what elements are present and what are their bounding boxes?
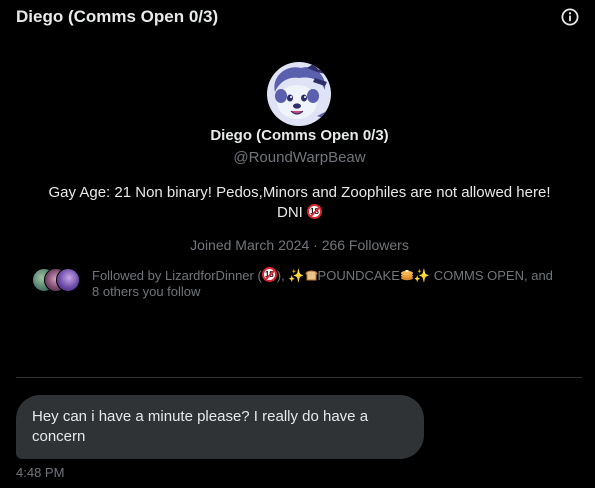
followed-by-suffix: COMMS OPEN, and xyxy=(430,268,553,283)
message-timestamp: 4:48 PM xyxy=(16,465,65,480)
profile-avatar[interactable] xyxy=(267,62,331,126)
profile-handle[interactable]: @RoundWarpBeaw xyxy=(0,149,595,166)
followed-by-text: Followed by LizardforDinner (18), ✨ POUND… xyxy=(92,267,572,300)
followed-by-row[interactable]: Followed by LizardforDinner (18), ✨ POUND… xyxy=(32,266,572,300)
joined-date: Joined March 2024 xyxy=(190,237,310,253)
follower-avatars xyxy=(32,268,82,292)
avatar-image xyxy=(267,62,331,126)
info-icon xyxy=(561,8,579,26)
conversation-header: Diego (Comms Open 0/3) xyxy=(0,0,595,36)
follower-avatar xyxy=(56,268,80,292)
no-under-18-icon: 18 xyxy=(307,204,322,219)
sparkle-icon-2: ✨ xyxy=(413,268,431,283)
profile-bio: Gay Age: 21 Non binary! Pedos,Minors and… xyxy=(40,183,559,223)
profile-meta: Joined March 2024 · 266 Followers xyxy=(0,237,595,253)
followed-by-prefix: Followed by LizardforDinner ( xyxy=(92,268,262,283)
message-bubble[interactable]: Hey can i have a minute please? I really… xyxy=(16,395,424,459)
divider xyxy=(16,377,582,378)
info-button[interactable] xyxy=(560,7,580,27)
conversation-title: Diego (Comms Open 0/3) xyxy=(16,7,219,26)
message-text: Hey can i have a minute please? I really… xyxy=(32,408,369,445)
bio-dni-text: DNI xyxy=(276,204,303,221)
bread-icon xyxy=(305,270,318,281)
followed-by-middle: ), xyxy=(276,268,289,283)
pancake-icon xyxy=(400,270,413,281)
bio-text: Gay Age: 21 Non binary! Pedos,Minors and… xyxy=(48,184,551,201)
followed-by-name-2: POUNDCAKE xyxy=(317,268,400,283)
sparkle-icon: ✨ xyxy=(288,268,305,283)
followers-count-link[interactable]: 266 Followers xyxy=(322,237,409,253)
no-under-18-icon: 18 xyxy=(261,267,277,282)
followed-by-others: 8 others you follow xyxy=(92,284,201,299)
meta-separator: · xyxy=(313,237,318,253)
profile-display-name[interactable]: Diego (Comms Open 0/3) xyxy=(0,127,595,144)
